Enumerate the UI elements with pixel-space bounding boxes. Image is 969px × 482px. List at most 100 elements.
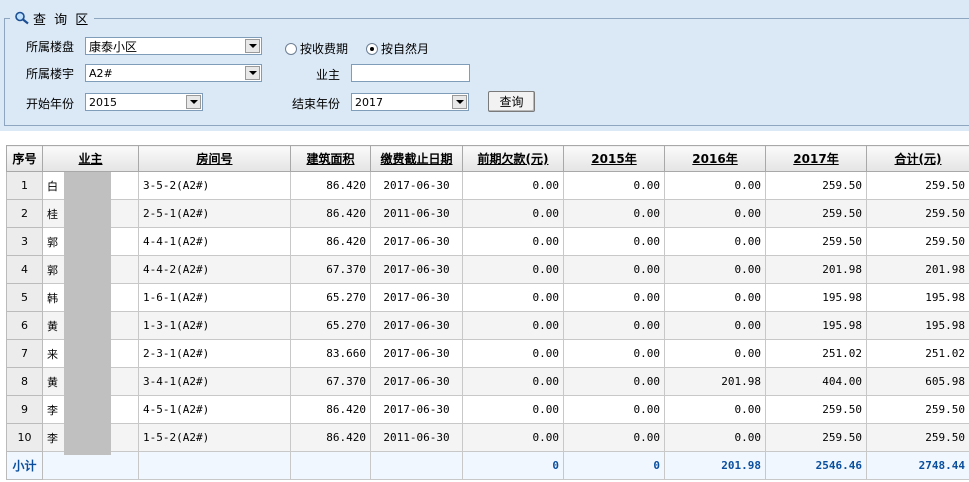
row-2015: 0.00 (563, 227, 665, 256)
search-button[interactable]: 查询 (488, 91, 535, 112)
building-label: 所属楼盘 (26, 40, 75, 54)
row-total: 605.98 (866, 367, 969, 396)
row-prior-debt: 0.00 (462, 199, 564, 228)
row-area: 86.420 (290, 227, 371, 256)
row-2016: 201.98 (664, 367, 766, 396)
subtotal-prior: 0 (462, 451, 564, 480)
block-select[interactable]: A2# (85, 64, 262, 82)
header-2017[interactable]: 2017年 (765, 145, 867, 172)
building-select[interactable]: 康泰小区 (85, 37, 262, 55)
table-row[interactable]: 4 郭 4-4-2(A2#) 67.370 2017-06-30 0.00 0.00 0.00… (6, 255, 969, 284)
row-2015: 0.00 (563, 395, 665, 424)
table-row[interactable]: 10 李 1-5-2(A2#) 86.420 2011-06-30 0.00 0.00 0.0… (6, 423, 969, 452)
row-seq: 7 (6, 339, 43, 368)
row-prior-debt: 0.00 (462, 227, 564, 256)
row-total: 195.98 (866, 311, 969, 340)
row-due-date: 2017-06-30 (370, 311, 463, 340)
row-prior-debt: 0.00 (462, 339, 564, 368)
header-seq[interactable]: 序号 (6, 145, 43, 172)
table-row[interactable]: 2 桂 2-5-1(A2#) 86.420 2011-06-30 0.00 0.00 0.00… (6, 199, 969, 228)
row-seq: 6 (6, 311, 43, 340)
row-total: 251.02 (866, 339, 969, 368)
building-select-value: 康泰小区 (89, 39, 138, 54)
start-year-select[interactable]: 2015 (85, 93, 203, 111)
row-2015: 0.00 (563, 171, 665, 200)
header-area[interactable]: 建筑面积 (290, 145, 371, 172)
row-room: 3-5-2(A2#) (138, 171, 291, 200)
end-year-select[interactable]: 2017 (351, 93, 469, 111)
end-year-label: 结束年份 (292, 97, 341, 111)
row-2016: 0.00 (664, 311, 766, 340)
row-area: 67.370 (290, 255, 371, 284)
table-row[interactable]: 5 韩 1-6-1(A2#) 65.270 2017-06-30 0.00 0.00 0.00… (6, 283, 969, 312)
row-area: 83.660 (290, 339, 371, 368)
header-owner[interactable]: 业主 (42, 145, 139, 172)
row-2016: 0.00 (664, 283, 766, 312)
header-prior-debt[interactable]: 前期欠款(元) (462, 145, 564, 172)
row-seq: 2 (6, 199, 43, 228)
chevron-down-icon[interactable] (245, 66, 260, 80)
owner-input[interactable] (351, 64, 470, 82)
row-prior-debt: 0.00 (462, 395, 564, 424)
query-title: 查 询 区 (33, 12, 91, 28)
radio-fee-period[interactable]: 按收费期 (285, 40, 348, 57)
table-row[interactable]: 8 黄 3-4-1(A2#) 67.370 2017-06-30 0.00 0.00 201.… (6, 367, 969, 396)
row-prior-debt: 0.00 (462, 311, 564, 340)
header-2016[interactable]: 2016年 (664, 145, 766, 172)
row-area: 86.420 (290, 423, 371, 452)
radio-natural-month[interactable]: 按自然月 (366, 40, 429, 57)
header-total[interactable]: 合计(元) (866, 145, 969, 172)
row-due-date: 2017-06-30 (370, 283, 463, 312)
row-2015: 0.00 (563, 199, 665, 228)
row-2017: 201.98 (765, 255, 867, 284)
row-room: 3-4-1(A2#) (138, 367, 291, 396)
subtotal-label: 小计 (6, 451, 43, 480)
header-due-date[interactable]: 缴费截止日期 (370, 145, 463, 172)
row-total: 259.50 (866, 423, 969, 452)
subtotal-2015: 0 (563, 451, 665, 480)
owner-redaction (64, 172, 111, 455)
row-2017: 259.50 (765, 395, 867, 424)
row-seq: 5 (6, 283, 43, 312)
table-row[interactable]: 1 白 3-5-2(A2#) 86.420 2017-06-30 0.00 0.00 0.00… (6, 171, 969, 200)
table-row[interactable]: 9 李 4-5-1(A2#) 86.420 2017-06-30 0.00 0.00 0.00… (6, 395, 969, 424)
row-total: 201.98 (866, 255, 969, 284)
radio-natural-month-label: 按自然月 (381, 42, 430, 56)
header-room[interactable]: 房间号 (138, 145, 291, 172)
row-seq: 4 (6, 255, 43, 284)
owner-label: 业主 (316, 68, 341, 82)
row-2017: 404.00 (765, 367, 867, 396)
start-year-value: 2015 (89, 95, 117, 109)
header-2015[interactable]: 2015年 (563, 145, 665, 172)
chevron-down-icon[interactable] (245, 39, 260, 53)
row-2016: 0.00 (664, 227, 766, 256)
radio-natural-month-dot[interactable] (366, 42, 378, 55)
row-room: 1-3-1(A2#) (138, 311, 291, 340)
table-row[interactable]: 3 郭 4-4-1(A2#) 86.420 2017-06-30 0.00 0.00 0.00… (6, 227, 969, 256)
row-prior-debt: 0.00 (462, 423, 564, 452)
chevron-down-icon[interactable] (186, 95, 201, 109)
query-panel: 查 询 区 所属楼盘 康泰小区 所属楼宇 A2# 开始年份 2015 按收费期 … (0, 0, 969, 131)
row-area: 65.270 (290, 311, 371, 340)
row-total: 259.50 (866, 395, 969, 424)
row-total: 195.98 (866, 283, 969, 312)
subtotal-total: 2748.44 (866, 451, 969, 480)
row-2015: 0.00 (563, 283, 665, 312)
block-label: 所属楼宇 (26, 67, 75, 81)
radio-fee-period-dot[interactable] (285, 42, 297, 55)
search-icon (14, 11, 30, 25)
chevron-down-icon[interactable] (452, 95, 467, 109)
row-room: 2-3-1(A2#) (138, 339, 291, 368)
row-2016: 0.00 (664, 339, 766, 368)
row-total: 259.50 (866, 227, 969, 256)
radio-fee-period-label: 按收费期 (300, 42, 349, 56)
row-2017: 251.02 (765, 339, 867, 368)
table-row[interactable]: 7 来 2-3-1(A2#) 83.660 2017-06-30 0.00 0.00 0.00… (6, 339, 969, 368)
row-seq: 8 (6, 367, 43, 396)
block-select-value: A2# (89, 66, 113, 80)
subtotal-due (370, 451, 463, 480)
table-row[interactable]: 6 黄 1-3-1(A2#) 65.270 2017-06-30 0.00 0.00 0.00… (6, 311, 969, 340)
row-due-date: 2011-06-30 (370, 423, 463, 452)
row-2016: 0.00 (664, 255, 766, 284)
row-seq: 3 (6, 227, 43, 256)
